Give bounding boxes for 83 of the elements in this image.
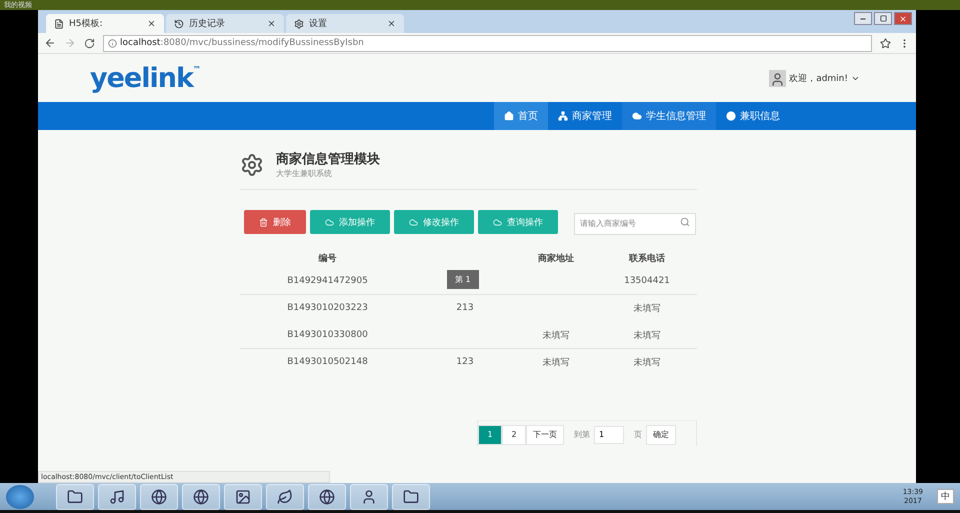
cloud-icon (632, 111, 642, 121)
close-icon[interactable] (387, 19, 396, 28)
nav-item[interactable]: 商家管理 (548, 102, 622, 130)
bookmark-star-icon[interactable] (880, 38, 891, 48)
nav-item[interactable]: 学生信息管理 (622, 102, 716, 130)
user-menu[interactable]: 欢迎，admin! (769, 70, 860, 86)
taskbar-app-button[interactable] (266, 484, 304, 510)
trash-icon (259, 218, 268, 226)
module-subtitle: 大学生兼职系统 (276, 168, 333, 179)
table-cell: B1492941472905 (287, 276, 368, 286)
close-icon[interactable] (267, 19, 276, 28)
sitemap-icon (558, 111, 568, 121)
cloud-icon (409, 218, 418, 226)
column-header: 商家地址 (537, 252, 575, 266)
search-field[interactable]: 请输入商家编号 (574, 212, 696, 234)
page-icon (54, 18, 64, 28)
maximize-button[interactable] (874, 12, 892, 25)
globe-icon (319, 488, 335, 504)
maximize-icon (880, 15, 886, 22)
confirm-button[interactable]: 确定 (646, 424, 676, 444)
ime-indicator[interactable]: 中 (937, 489, 954, 504)
taskbar-app-button[interactable] (308, 484, 346, 510)
table-cell: 13504421 (624, 276, 670, 286)
page-button[interactable]: 2 (502, 424, 526, 444)
close-icon[interactable] (147, 19, 156, 28)
tab-label: 设置 (309, 18, 328, 30)
column-header: 编号 (318, 252, 338, 266)
music-note-icon (109, 488, 125, 504)
cloud-icon (325, 218, 334, 226)
tooltip: 第 1 (447, 270, 479, 289)
nav-item[interactable]: 首页 (494, 102, 548, 130)
table-cell-text: 未填写 (634, 330, 660, 342)
start-button[interactable] (6, 484, 34, 508)
gears-icon (240, 152, 264, 176)
taskbar-app-button[interactable] (98, 484, 136, 510)
nav-item[interactable]: 兼职信息 (716, 102, 790, 130)
table-cell: 213 (456, 303, 474, 313)
browser-tab[interactable]: 设置 (286, 14, 404, 33)
taskbar-app-button[interactable] (182, 484, 220, 510)
address-field[interactable]: localhost:8080/mvc/bussiness/modifyBussinessByIsbn (103, 34, 872, 52)
clock-icon (174, 18, 184, 28)
taskbar-app-button[interactable] (140, 484, 178, 510)
page-button[interactable]: 1 (478, 424, 502, 444)
table-cell: 123 (456, 357, 474, 367)
avatar-icon (769, 70, 786, 86)
taskbar-app-button[interactable] (224, 484, 262, 510)
cloud-icon (493, 218, 502, 226)
minimize-button[interactable] (854, 12, 872, 25)
taskbar-app-button[interactable] (392, 484, 430, 510)
goto-label: 到第 (574, 429, 590, 440)
browser-tab[interactable]: H5模板: (46, 14, 164, 33)
globe-icon (151, 488, 167, 504)
page-input[interactable]: 1 (594, 426, 624, 444)
folder-icon (67, 488, 83, 504)
table-cell-text: 未填写 (634, 302, 660, 314)
page-unit-label: 页 (634, 429, 642, 440)
leaf-icon (277, 488, 293, 504)
globe-icon (193, 488, 209, 504)
tab-label: H5模板: (69, 18, 104, 30)
logo: yeelink™ (90, 62, 201, 94)
table-cell: B1493010330800 (287, 330, 368, 340)
folder-icon (403, 488, 419, 504)
image-icon (235, 488, 251, 504)
taskbar-app-button[interactable] (350, 484, 388, 510)
taskbar-app-button[interactable] (56, 484, 94, 510)
home-icon (504, 111, 514, 121)
settings-icon (294, 18, 304, 28)
table-cell: B1493010502148 (287, 357, 368, 367)
tab-label: 历史记录 (189, 18, 226, 30)
table-cell-text: 未填写 (542, 330, 570, 342)
table-cell-text: 未填写 (634, 356, 660, 368)
browser-tab[interactable]: 历史记录 (166, 14, 284, 33)
back-icon[interactable] (44, 37, 56, 49)
next-page-button[interactable]: 下一页 (526, 424, 564, 444)
module-title: 商家信息管理模块 (276, 150, 380, 168)
search-icon (680, 217, 690, 227)
person-icon (361, 488, 377, 504)
table-cell: B1493010203223 (287, 303, 368, 313)
close-icon (899, 14, 907, 22)
reload-icon[interactable] (84, 38, 95, 48)
table-cell-text: 未填写 (542, 356, 570, 368)
action-button[interactable]: 删除 (244, 210, 306, 234)
column-header: 联系电话 (628, 252, 666, 266)
